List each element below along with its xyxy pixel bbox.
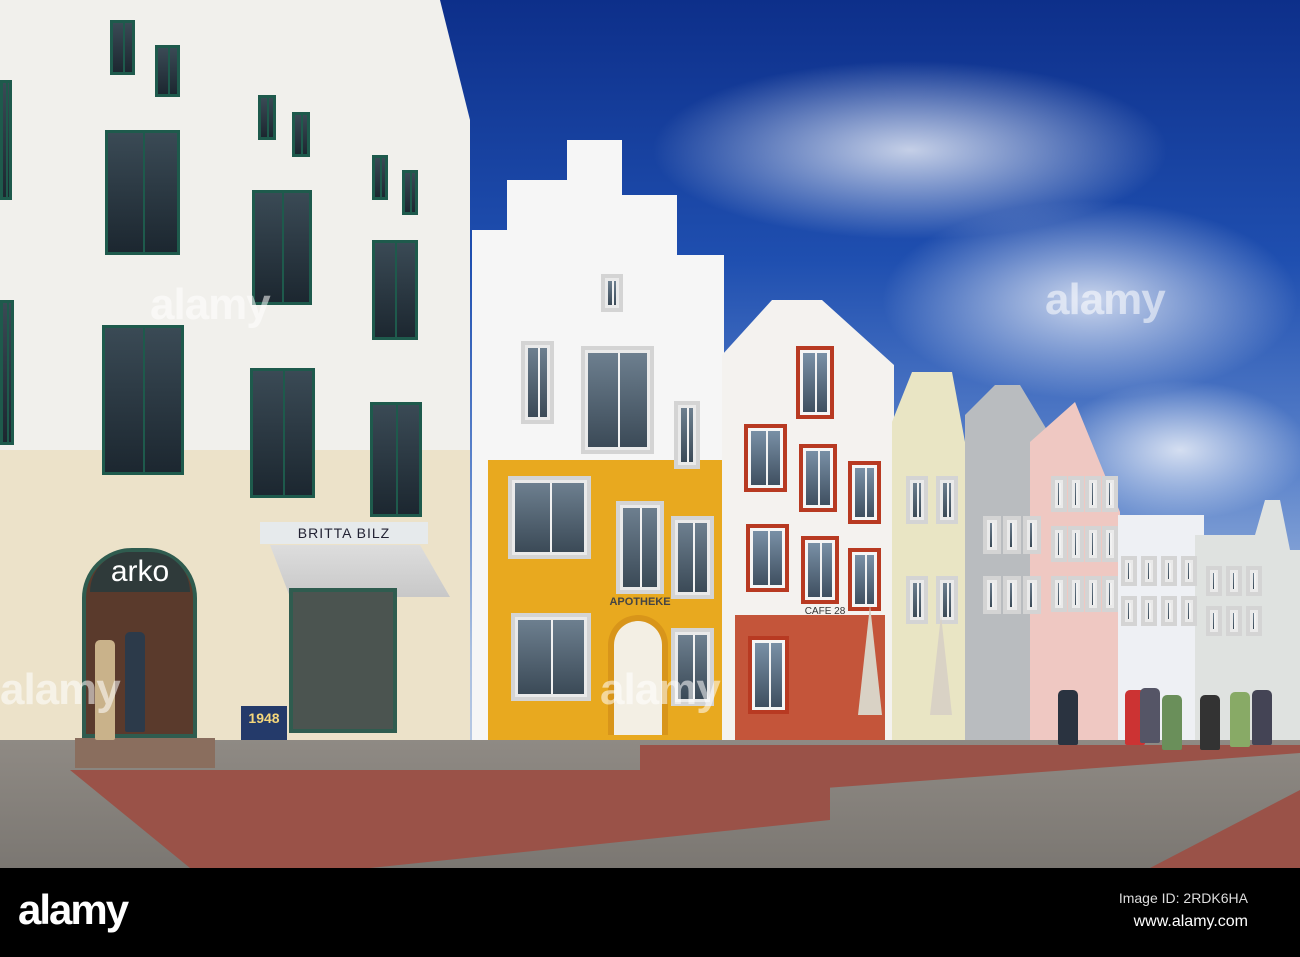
window xyxy=(1181,556,1197,586)
window xyxy=(0,300,14,445)
window xyxy=(906,576,928,624)
window xyxy=(744,424,787,492)
window xyxy=(848,548,881,611)
building-white-corner xyxy=(0,0,470,470)
window xyxy=(1161,596,1177,626)
window xyxy=(983,576,1001,614)
pedestrian xyxy=(1058,690,1078,745)
apotheke-sign: APOTHEKE xyxy=(609,596,671,608)
image-id: Image ID: 2RDK6HA xyxy=(1118,890,1248,906)
window xyxy=(1246,606,1262,636)
window xyxy=(1085,476,1101,512)
watermark: alamy xyxy=(0,665,121,714)
alamy-logo: alamy xyxy=(18,886,129,933)
window xyxy=(1003,576,1021,614)
window xyxy=(799,444,837,512)
window xyxy=(292,112,310,157)
window xyxy=(1068,576,1084,612)
window xyxy=(796,346,834,419)
window xyxy=(1161,556,1177,586)
window xyxy=(1121,556,1137,586)
window xyxy=(521,341,554,424)
window xyxy=(105,130,180,255)
pedestrian xyxy=(1140,688,1160,743)
window xyxy=(1141,596,1157,626)
window xyxy=(1246,566,1262,596)
window xyxy=(616,501,664,594)
window xyxy=(372,155,388,200)
pedestrian xyxy=(1252,690,1272,745)
britta-bilz-sign: BRITTA BILZ xyxy=(260,522,428,544)
window xyxy=(936,476,958,524)
window xyxy=(1085,526,1101,562)
window xyxy=(1206,606,1222,636)
window xyxy=(1102,526,1118,562)
steps xyxy=(75,738,215,768)
window xyxy=(1102,576,1118,612)
window xyxy=(1206,566,1222,596)
pedestrian xyxy=(125,632,145,732)
window xyxy=(748,636,789,714)
window xyxy=(1102,476,1118,512)
window xyxy=(581,346,654,454)
window xyxy=(1023,576,1041,614)
shop-window xyxy=(289,588,397,733)
window xyxy=(848,461,881,524)
cafe-sign: CAFE 28 xyxy=(804,605,846,617)
window xyxy=(1051,476,1067,512)
pedestrian xyxy=(1230,692,1250,747)
window xyxy=(1051,526,1067,562)
watermark: alamy xyxy=(1045,275,1166,324)
street-photo: arko BRITTA BILZ APOTHEKE CAFE 28 1948 a… xyxy=(0,0,1300,868)
window xyxy=(155,45,180,97)
window xyxy=(1141,556,1157,586)
window xyxy=(671,516,714,599)
window xyxy=(674,401,700,469)
window xyxy=(102,325,184,475)
window xyxy=(1023,516,1041,554)
pedestrian xyxy=(1162,695,1182,750)
watermark: alamy xyxy=(150,280,271,329)
window xyxy=(1003,516,1021,554)
window xyxy=(1121,596,1137,626)
window xyxy=(508,476,591,559)
window xyxy=(372,240,418,340)
window xyxy=(906,476,928,524)
window xyxy=(936,576,958,624)
window xyxy=(511,613,591,701)
pedestrian xyxy=(1200,695,1220,750)
window xyxy=(1085,576,1101,612)
window xyxy=(0,80,12,200)
window xyxy=(601,274,623,312)
watermark-strip: alamy Image ID: 2RDK6HA www.alamy.com xyxy=(0,868,1300,957)
window xyxy=(801,536,839,604)
window xyxy=(983,516,1001,554)
window xyxy=(1051,576,1067,612)
window xyxy=(250,368,315,498)
window xyxy=(1226,606,1242,636)
window xyxy=(1068,526,1084,562)
alamy-url[interactable]: www.alamy.com xyxy=(1134,913,1248,931)
watermark: alamy xyxy=(600,665,721,714)
window xyxy=(746,524,789,592)
window xyxy=(110,20,135,75)
window xyxy=(1068,476,1084,512)
window xyxy=(370,402,422,517)
window xyxy=(1226,566,1242,596)
window xyxy=(402,170,418,215)
window xyxy=(1181,596,1197,626)
window xyxy=(258,95,276,140)
